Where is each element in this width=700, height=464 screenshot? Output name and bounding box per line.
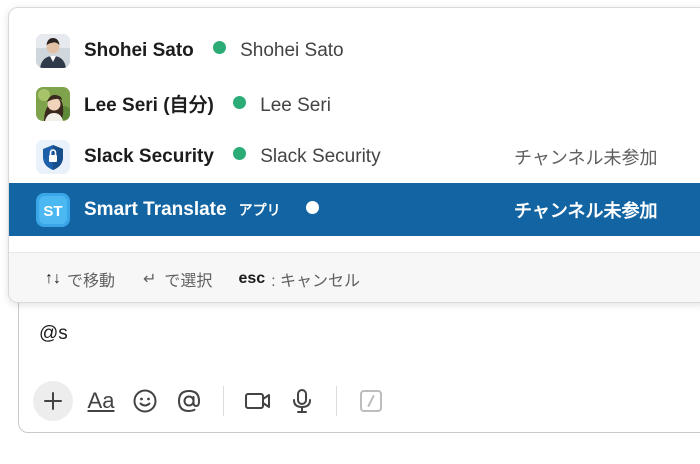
mention-full-name: Lee Seri <box>260 95 331 116</box>
video-icon[interactable] <box>236 379 280 423</box>
mention-item-lee-seri[interactable]: Lee Seri (自分) Lee Seri <box>9 77 700 130</box>
avatar: ST <box>36 192 70 227</box>
mention-full-name: Slack Security <box>260 145 381 167</box>
text-format-icon[interactable]: Aa <box>79 379 123 423</box>
esc-key-label: esc <box>238 269 266 287</box>
svg-text:ST: ST <box>43 203 62 220</box>
arrow-keys-icon: ↑↓ <box>45 269 61 287</box>
microphone-icon[interactable] <box>280 379 324 423</box>
avatar <box>36 86 70 121</box>
text-format-label: Aa <box>87 388 115 413</box>
plus-icon[interactable] <box>33 381 73 421</box>
avatar <box>36 33 70 68</box>
mention-display-name: Smart Translate アプリ <box>84 199 319 221</box>
mention-name: Slack Security <box>84 145 214 167</box>
not-in-channel-hint: チャンネル未参加 <box>514 200 658 221</box>
toolbar-divider <box>336 386 337 416</box>
select-hint-label: で選択 <box>164 272 213 290</box>
avatar <box>36 139 70 174</box>
mention-display-name: Shohei Sato Shohei Sato <box>84 40 344 62</box>
mention-full-name: Shohei Sato <box>240 39 344 61</box>
online-status-dot <box>213 40 227 54</box>
message-composer[interactable]: @s Aa <box>18 288 700 433</box>
online-status-dot <box>233 146 247 160</box>
mention-display-name: Lee Seri (自分) Lee Seri <box>84 90 331 117</box>
toolbar-divider <box>223 386 224 416</box>
mention-list: Shohei Sato Shohei Sato Lee Seri (自分) Le… <box>9 24 700 236</box>
not-in-channel-hint: チャンネル未参加 <box>514 147 658 168</box>
move-hint-label: で移動 <box>67 272 116 290</box>
mention-item-slack-security[interactable]: Slack Security Slack Security チャンネル未参加 <box>9 130 700 183</box>
mention-display-name: Slack Security Slack Security <box>84 146 381 168</box>
mention-autocomplete-popup: Shohei Sato Shohei Sato Lee Seri (自分) Le… <box>8 7 700 303</box>
online-status-dot <box>233 96 247 109</box>
app-badge: アプリ <box>238 201 281 218</box>
mention-name: Lee Seri (自分) <box>84 95 214 116</box>
cancel-hint-label: : キャンセル <box>271 272 361 290</box>
online-status-dot <box>305 200 319 214</box>
slash-command-icon[interactable] <box>349 379 393 423</box>
mention-item-shohei-sato[interactable]: Shohei Sato Shohei Sato <box>9 24 700 77</box>
enter-key-icon: ↵ <box>143 270 157 288</box>
emoji-icon[interactable] <box>123 379 167 423</box>
mention-icon[interactable] <box>167 379 211 423</box>
mention-name: Shohei Sato <box>84 39 194 61</box>
mention-name: Smart Translate <box>84 198 227 220</box>
mention-item-smart-translate[interactable]: ST Smart Translate アプリ チャンネル未参加 <box>9 183 700 236</box>
composer-toolbar: Aa <box>33 379 393 423</box>
popup-footer-hints: ↑↓ で移動 ↵ で選択 esc : キャンセル <box>9 252 700 302</box>
composer-input-text[interactable]: @s <box>39 323 68 345</box>
